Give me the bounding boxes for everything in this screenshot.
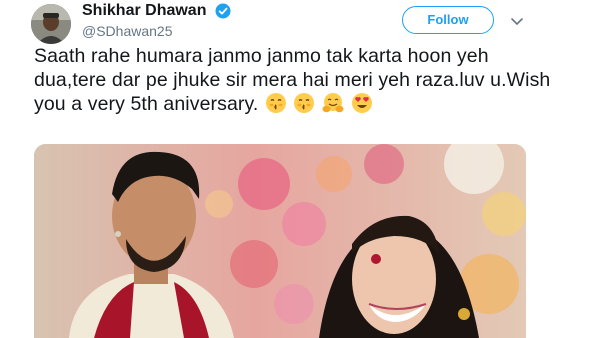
follow-button[interactable]: Follow [402, 6, 494, 34]
avatar[interactable] [31, 4, 71, 44]
tweet-body: Saath rahe humara janmo janmo tak karta … [34, 45, 551, 115]
verified-badge-icon [215, 3, 231, 19]
chevron-down-icon[interactable] [510, 14, 524, 25]
tweet-text: Saath rahe humara janmo janmo tak karta … [34, 44, 554, 116]
kissing-face-icon [293, 92, 315, 114]
hugging-face-icon [322, 92, 344, 114]
tweet-photo[interactable] [34, 144, 526, 338]
heart-eyes-face-icon [351, 92, 373, 114]
display-name[interactable]: Shikhar Dhawan [82, 2, 206, 20]
tweet-card: Shikhar Dhawan @SDhawan25 Follow Saath r… [0, 0, 600, 338]
user-handle[interactable]: @SDhawan25 [82, 23, 231, 39]
author-block[interactable]: Shikhar Dhawan @SDhawan25 [82, 2, 231, 39]
kissing-face-icon [265, 92, 287, 114]
